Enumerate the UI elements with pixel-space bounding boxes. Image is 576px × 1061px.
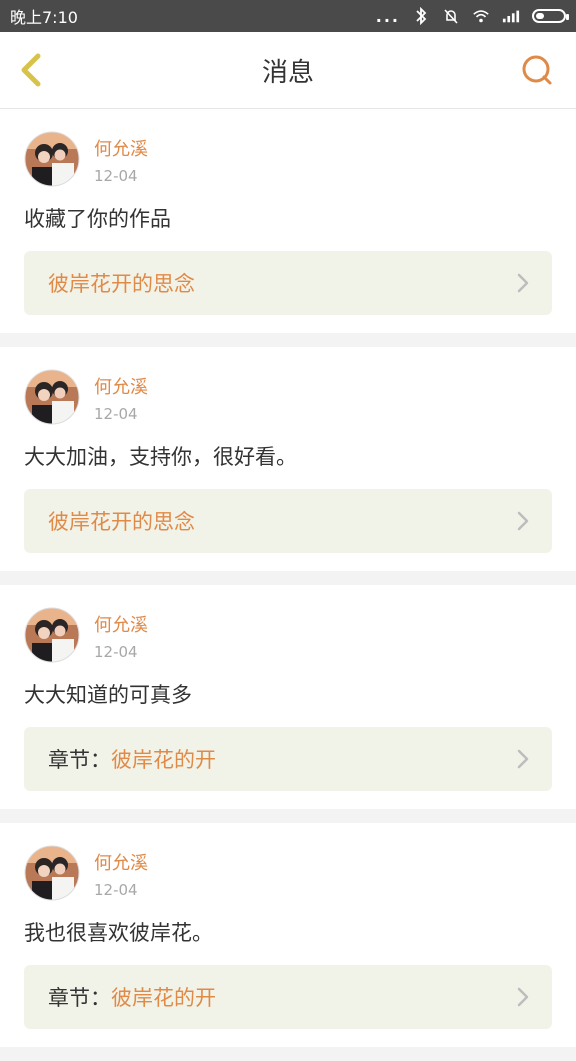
message-header: 何允溪 12-04: [24, 131, 552, 187]
avatar[interactable]: [24, 131, 80, 187]
chevron-right-icon: [514, 986, 532, 1008]
work-title: 彼岸花开的思念: [48, 510, 195, 534]
wifi-icon: [472, 7, 490, 25]
more-dots-icon: ...: [375, 6, 400, 26]
work-link[interactable]: 章节：彼岸花的开: [24, 965, 552, 1029]
message-date: 12-04: [94, 881, 138, 899]
mute-bell-icon: [442, 7, 460, 25]
work-link[interactable]: 章节：彼岸花的开: [24, 727, 552, 791]
link-prefix: 章节：: [48, 986, 111, 1010]
app-bar: 消息: [0, 32, 576, 109]
work-link[interactable]: 彼岸花开的思念: [24, 251, 552, 315]
message-card[interactable]: 何允溪 12-04 大大知道的可真多 章节：彼岸花的开: [0, 585, 576, 809]
work-title: 彼岸花开的思念: [48, 272, 195, 296]
username[interactable]: 何允溪: [94, 373, 148, 399]
avatar[interactable]: [24, 845, 80, 901]
message-date: 12-04: [94, 167, 138, 185]
message-text: 大大知道的可真多: [24, 683, 192, 707]
work-title: 彼岸花的开: [111, 748, 216, 772]
message-card[interactable]: 何允溪 12-04 大大加油，支持你，很好看。 彼岸花开的思念: [0, 347, 576, 571]
status-bar: 晚上7:10 ...: [0, 0, 576, 32]
username[interactable]: 何允溪: [94, 611, 148, 637]
avatar[interactable]: [24, 369, 80, 425]
work-link-text: 彼岸花开的思念: [48, 506, 195, 536]
link-prefix: 章节：: [48, 748, 111, 772]
message-text: 收藏了你的作品: [24, 207, 171, 231]
battery-icon: [532, 9, 569, 23]
username[interactable]: 何允溪: [94, 135, 148, 161]
work-title: 彼岸花的开: [111, 986, 216, 1010]
username[interactable]: 何允溪: [94, 849, 148, 875]
message-date: 12-04: [94, 405, 138, 423]
work-link[interactable]: 彼岸花开的思念: [24, 489, 552, 553]
message-header: 何允溪 12-04: [24, 369, 552, 425]
chevron-right-icon: [514, 748, 532, 770]
work-link-text: 章节：彼岸花的开: [48, 744, 216, 774]
avatar[interactable]: [24, 607, 80, 663]
message-card[interactable]: 何允溪 12-04 收藏了你的作品 彼岸花开的思念: [0, 109, 576, 333]
message-header: 何允溪 12-04: [24, 607, 552, 663]
message-card[interactable]: 何允溪 12-04 我也很喜欢彼岸花。 章节：彼岸花的开: [0, 823, 576, 1047]
bluetooth-icon: [412, 7, 430, 25]
message-text: 大大加油，支持你，很好看。: [24, 445, 297, 469]
chevron-right-icon: [514, 510, 532, 532]
message-header: 何允溪 12-04: [24, 845, 552, 901]
page-title: 消息: [261, 57, 314, 88]
signal-icon: [502, 7, 520, 25]
work-link-text: 章节：彼岸花的开: [48, 982, 216, 1012]
message-date: 12-04: [94, 643, 138, 661]
status-time: 晚上7:10: [10, 8, 78, 27]
message-text: 我也很喜欢彼岸花。: [24, 921, 213, 945]
message-list: 何允溪 12-04 收藏了你的作品 彼岸花开的思念 何允溪 12-04 大大加油…: [0, 109, 576, 1061]
chevron-right-icon: [514, 272, 532, 294]
work-link-text: 彼岸花开的思念: [48, 268, 195, 298]
search-icon[interactable]: [518, 50, 558, 90]
back-icon[interactable]: [14, 52, 50, 88]
